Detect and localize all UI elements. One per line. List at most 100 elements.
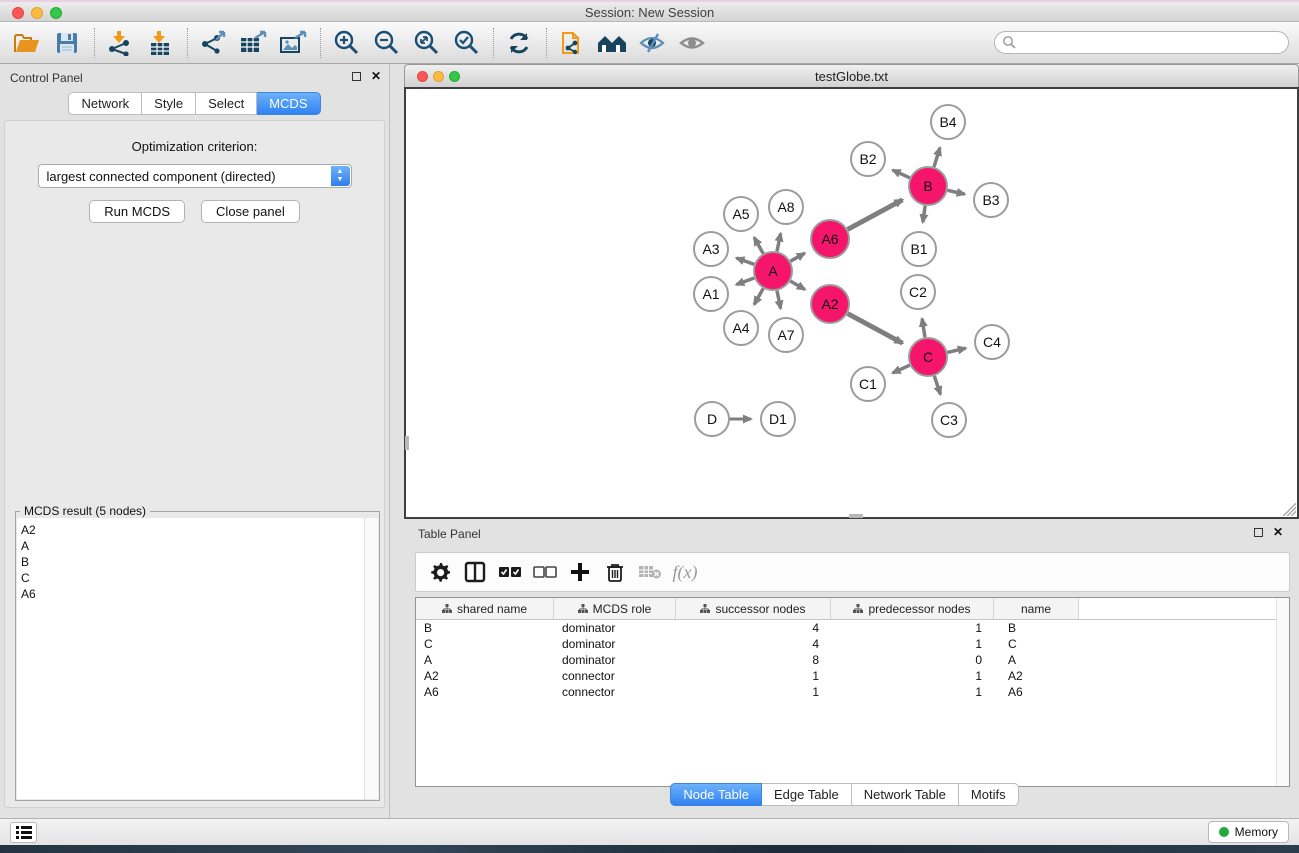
delete-column-trash-icon[interactable]	[601, 558, 629, 586]
graph-edge-A-A2[interactable]	[790, 281, 805, 289]
tab-network-table[interactable]: Network Table	[852, 783, 959, 806]
graph-edge-A-A7[interactable]	[777, 291, 781, 309]
window-resize-grip[interactable]	[1283, 503, 1296, 516]
run-mcds-button[interactable]: Run MCDS	[89, 200, 185, 223]
mcds-result-item[interactable]: A2	[21, 522, 378, 538]
graph-edge-A2-C[interactable]	[848, 314, 903, 344]
new-network-from-file-icon[interactable]	[555, 26, 589, 60]
float-table-panel-icon[interactable]	[1254, 528, 1263, 537]
graph-edge-C-C4[interactable]	[947, 348, 965, 352]
zoom-in-icon[interactable]	[329, 26, 363, 60]
node-table[interactable]: shared nameMCDS rolesuccessor nodesprede…	[415, 597, 1290, 787]
tab-node-table[interactable]: Node Table	[670, 783, 762, 806]
zoom-fit-icon[interactable]	[409, 26, 443, 60]
graph-edge-A-A1[interactable]	[736, 278, 754, 285]
window-title: Session: New Session	[0, 5, 1299, 20]
settings-gear-icon[interactable]	[426, 558, 454, 586]
table-row[interactable]: Cdominator41C	[416, 636, 1289, 652]
network-graph[interactable]: B4B2BB3A5A8A6A3B1AA1C2A2A4A7C4CC1C3DD1	[406, 89, 1297, 517]
graph-edge-A-A4[interactable]	[754, 288, 763, 304]
mcds-result-item[interactable]: B	[21, 554, 378, 570]
tab-network[interactable]: Network	[68, 92, 142, 115]
task-history-button[interactable]	[10, 822, 37, 843]
mcds-result-groupbox: MCDS result (5 nodes) A2ABCA6	[15, 511, 380, 801]
mcds-result-item[interactable]: A	[21, 538, 378, 554]
app-window: Session: New Session	[0, 0, 1299, 853]
graph-edge-B-B1[interactable]	[923, 206, 925, 222]
table-scrollbar[interactable]	[1276, 598, 1289, 786]
import-table-icon[interactable]	[143, 26, 177, 60]
tab-mcds[interactable]: MCDS	[257, 92, 320, 115]
zoom-out-icon[interactable]	[369, 26, 403, 60]
graph-edge-A-A6[interactable]	[790, 253, 804, 261]
apply-layout-icon[interactable]	[502, 26, 536, 60]
graph-edge-A-A8[interactable]	[777, 233, 781, 251]
mcds-result-item[interactable]: A6	[21, 586, 378, 602]
table-row[interactable]: A2connector11A2	[416, 668, 1289, 684]
column-header-predecessor-nodes[interactable]: predecessor nodes	[831, 598, 994, 619]
toolbar-separator	[187, 28, 188, 58]
deselect-all-checks-icon[interactable]	[531, 558, 559, 586]
graph-edge-B-B4[interactable]	[934, 148, 940, 167]
tab-edge-table[interactable]: Edge Table	[762, 783, 852, 806]
graph-edge-C-C1[interactable]	[893, 365, 910, 373]
table-cell: 1	[831, 668, 994, 684]
show-panel-eye-icon[interactable]	[675, 26, 709, 60]
save-session-icon[interactable]	[50, 26, 84, 60]
graph-edge-C-C3[interactable]	[934, 376, 940, 394]
add-column-icon[interactable]	[566, 558, 594, 586]
graph-edge-B-B3[interactable]	[948, 190, 965, 194]
tab-motifs[interactable]: Motifs	[959, 783, 1019, 806]
export-network-icon[interactable]	[196, 26, 230, 60]
column-visibility-icon[interactable]	[461, 558, 489, 586]
table-cell-empty	[1079, 684, 1289, 700]
criterion-dropdown[interactable]: largest connected component (directed) ▲…	[38, 164, 352, 188]
table-cell: 4	[676, 620, 831, 636]
select-all-checks-icon[interactable]	[496, 558, 524, 586]
home-pages-icon[interactable]	[595, 26, 629, 60]
column-header-shared-name[interactable]: shared name	[416, 598, 554, 619]
import-network-icon[interactable]	[103, 26, 137, 60]
export-table-icon[interactable]	[236, 26, 270, 60]
graph-edge-C-C2[interactable]	[922, 319, 925, 338]
table-row[interactable]: Adominator80A	[416, 652, 1289, 668]
zoom-selected-icon[interactable]	[449, 26, 483, 60]
close-panel-icon[interactable]: ✕	[371, 69, 381, 83]
graph-node-label-D: D	[707, 411, 717, 427]
tab-select[interactable]: Select	[196, 92, 257, 115]
export-image-icon[interactable]	[276, 26, 310, 60]
table-row[interactable]: Bdominator41B	[416, 620, 1289, 636]
search-input[interactable]	[994, 31, 1289, 54]
memory-label: Memory	[1235, 825, 1278, 839]
graph-edge-A6-B[interactable]	[848, 200, 903, 230]
hide-panel-eye-icon[interactable]	[635, 26, 669, 60]
canvas-left-scroll-nub[interactable]	[405, 436, 409, 450]
column-header-successor-nodes[interactable]: successor nodes	[676, 598, 831, 619]
status-bar: Memory	[0, 818, 1299, 845]
table-cell: 0	[831, 652, 994, 668]
table-row[interactable]: A6connector11A6	[416, 684, 1289, 700]
close-panel-button[interactable]: Close panel	[201, 200, 300, 223]
tab-style[interactable]: Style	[142, 92, 196, 115]
network-window-titlebar[interactable]: testGlobe.txt	[404, 64, 1299, 87]
close-table-panel-icon[interactable]: ✕	[1273, 525, 1283, 539]
column-header-name[interactable]: name	[994, 598, 1079, 619]
control-panel-tabs: Network Style Select MCDS	[0, 92, 389, 115]
column-header-MCDS-role[interactable]: MCDS role	[554, 598, 676, 619]
result-list-scrollbar[interactable]	[364, 518, 378, 799]
graph-node-label-B: B	[923, 178, 932, 194]
table-cell: 8	[676, 652, 831, 668]
float-panel-icon[interactable]	[352, 72, 361, 81]
column-type-icon	[578, 602, 588, 616]
graph-edge-A-A3[interactable]	[736, 258, 754, 264]
mcds-result-list[interactable]: A2ABCA6	[17, 518, 378, 799]
dropdown-stepper-icon: ▲▼	[331, 166, 350, 186]
delete-table-icon	[636, 558, 664, 586]
memory-button[interactable]: Memory	[1208, 821, 1289, 843]
canvas-bottom-scroll-nub[interactable]	[849, 514, 863, 518]
mcds-result-item[interactable]: C	[21, 570, 378, 586]
graph-edge-A-A5[interactable]	[754, 238, 763, 254]
graph-edge-B-B2[interactable]	[893, 170, 910, 178]
network-canvas[interactable]: B4B2BB3A5A8A6A3B1AA1C2A2A4A7C4CC1C3DD1	[404, 87, 1299, 519]
open-file-icon[interactable]	[10, 26, 44, 60]
